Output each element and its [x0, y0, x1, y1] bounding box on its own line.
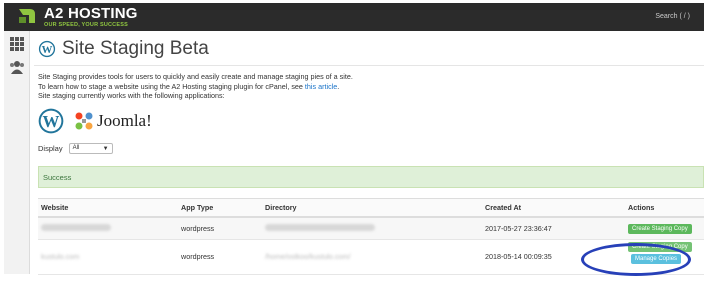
grid-icon[interactable]: [9, 36, 25, 52]
page-title: Site Staging Beta: [62, 38, 209, 59]
svg-text:W: W: [43, 112, 60, 131]
actions-cell: Create Staging Copy: [625, 217, 704, 240]
redacted-directory: [265, 223, 375, 231]
article-link[interactable]: this article: [305, 82, 337, 91]
users-icon[interactable]: [9, 59, 25, 75]
table-header-row: Website App Type Directory Created At Ac…: [38, 198, 704, 218]
intro-line-2-suffix: .: [337, 81, 340, 91]
joomla-icon: [75, 112, 93, 130]
directory-cell: /home/ostkoo/kustulo.com/: [262, 239, 482, 275]
create-staging-copy-button[interactable]: Create Staging Copy: [628, 223, 692, 234]
intro-text: Site Staging provides tools for users to…: [38, 72, 353, 101]
page-header: W Site Staging Beta: [38, 37, 209, 61]
display-select[interactable]: All ▼: [68, 143, 113, 154]
intro-line-2: To learn how to stage a website using th…: [38, 82, 353, 92]
intro-line-2-prefix: To learn how to stage a website using th…: [38, 81, 305, 91]
top-bar: A2 HOSTING OUR SPEED, YOUR SUCCESS Searc…: [4, 3, 704, 31]
brand-tagline: OUR SPEED, YOUR SUCCESS: [44, 22, 128, 28]
created-at-cell: 2017-05-27 23:36:47: [482, 217, 625, 240]
wordpress-logo: W: [38, 108, 64, 134]
website-text: kustulo.com: [41, 252, 80, 261]
col-website[interactable]: Website: [38, 198, 178, 218]
redacted-website: [41, 223, 111, 231]
left-rail: [4, 31, 30, 274]
intro-line-1: Site Staging provides tools for users to…: [38, 72, 353, 81]
joomla-wordmark: Joomla!: [97, 111, 152, 130]
success-alert: Success: [38, 166, 704, 188]
col-app-type[interactable]: App Type: [178, 198, 262, 218]
intro-line-3: Site staging currently works with the fo…: [38, 91, 225, 100]
highlight-annotation: [581, 243, 691, 276]
divider: [34, 65, 704, 66]
display-label: Display: [38, 144, 63, 153]
a2-logo-icon[interactable]: [16, 5, 38, 27]
col-directory[interactable]: Directory: [262, 198, 482, 218]
col-created-at[interactable]: Created At: [482, 198, 625, 218]
main-content: W Site Staging Beta Site Staging provide…: [34, 31, 704, 275]
chevron-down-icon: ▼: [102, 146, 109, 152]
display-filter: Display All ▼: [38, 143, 113, 154]
website-cell[interactable]: kustulo.com: [38, 239, 178, 275]
wordpress-icon: W: [38, 40, 56, 58]
website-cell[interactable]: [38, 217, 178, 240]
search-link[interactable]: Search ( / ): [655, 13, 690, 20]
brand-name[interactable]: A2 HOSTING: [44, 5, 138, 22]
app-type-cell: wordpress: [178, 217, 262, 240]
display-select-value: All: [72, 145, 80, 151]
svg-text:W: W: [42, 44, 53, 56]
app-type-cell: wordpress: [178, 239, 262, 275]
col-actions: Actions: [625, 198, 704, 218]
directory-text: /home/ostkoo/kustulo.com/: [265, 252, 351, 261]
directory-cell: [262, 217, 482, 240]
table-row: wordpress 2017-05-27 23:36:47 Create Sta…: [38, 217, 704, 240]
supported-apps: W Joomla!: [38, 108, 152, 134]
joomla-logo: Joomla!: [74, 111, 152, 131]
